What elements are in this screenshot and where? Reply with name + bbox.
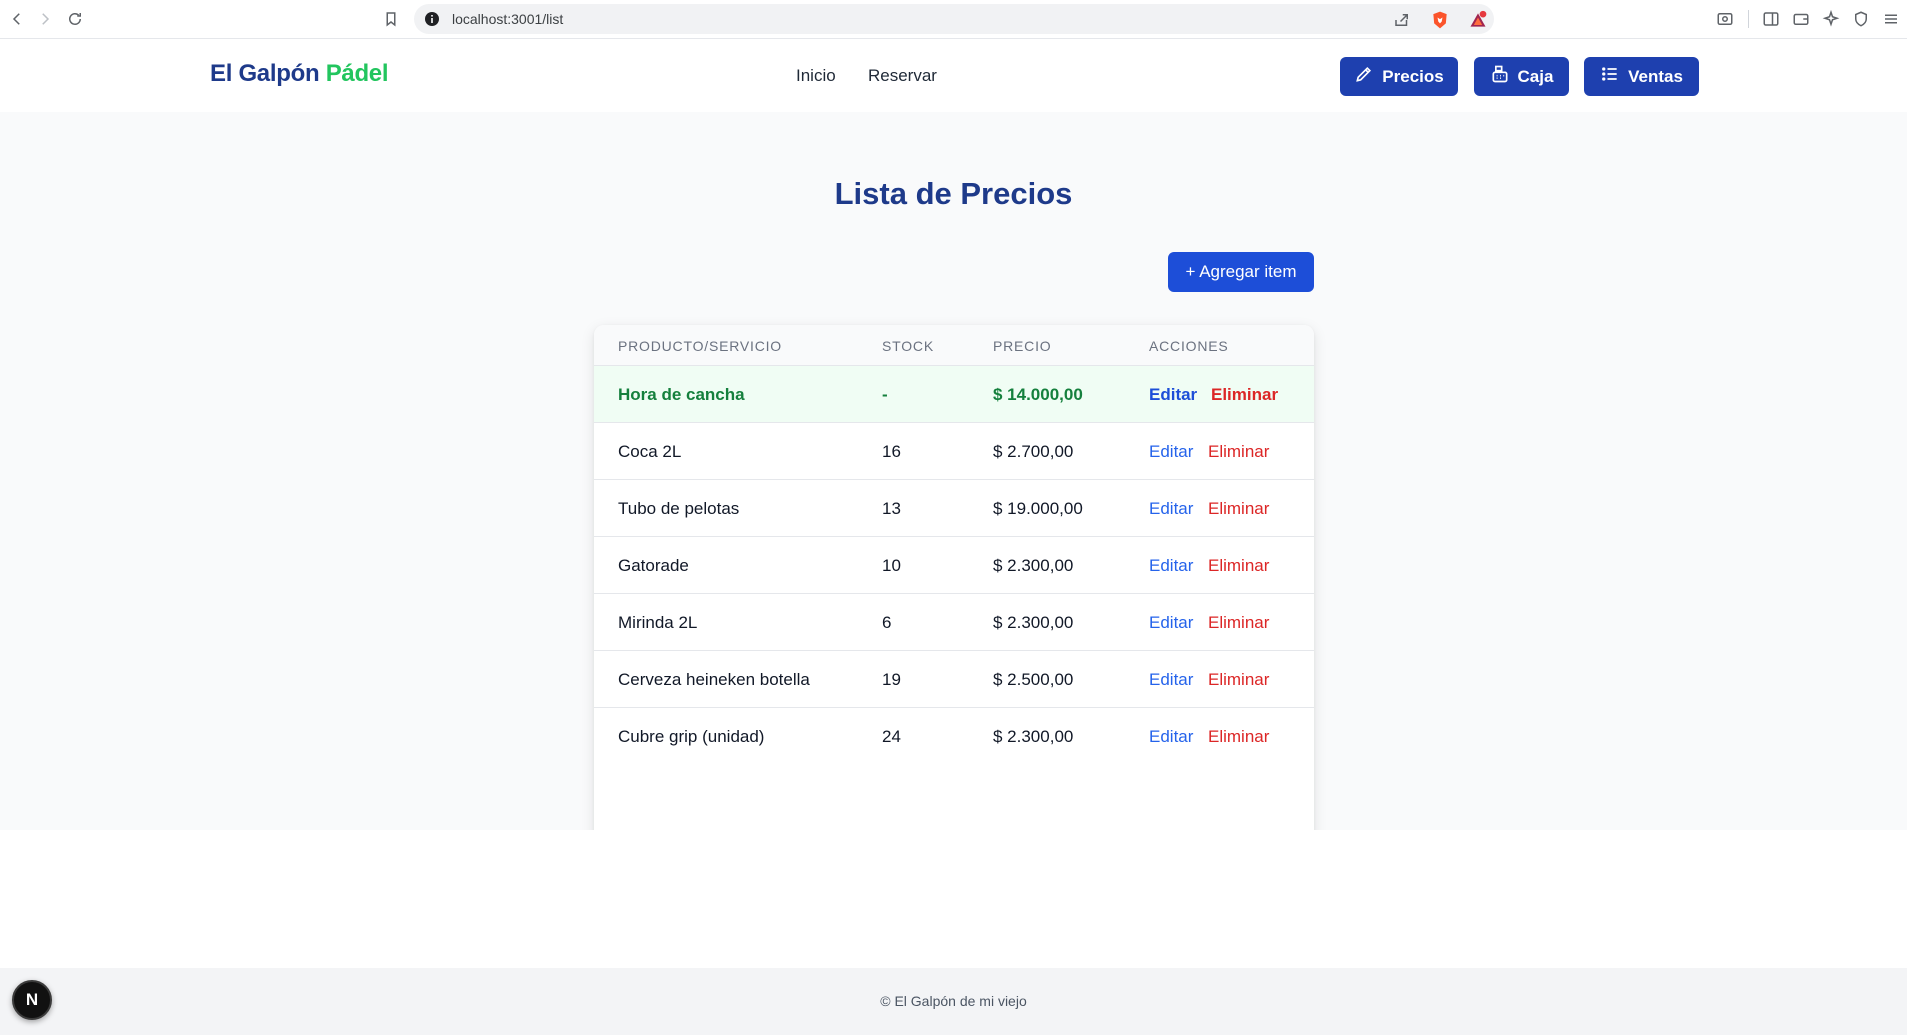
wallet-icon[interactable] [1790, 8, 1812, 30]
column-header-producto: PRODUCTO/SERVICIO [618, 338, 782, 354]
ventas-button[interactable]: Ventas [1584, 57, 1699, 96]
bookmark-icon[interactable] [380, 8, 402, 30]
stock-value: 16 [882, 442, 901, 461]
stock-value: 19 [882, 670, 901, 689]
table-row: Tubo de pelotas 13 $ 19.000,00 Editar El… [594, 480, 1314, 537]
browser-toolbar: localhost:3001/list [0, 0, 1907, 39]
price-value: $ 2.300,00 [993, 613, 1074, 632]
delete-link[interactable]: Eliminar [1208, 556, 1269, 576]
table-header: PRODUCTO/SERVICIO STOCK PRECIO ACCIONES [594, 325, 1314, 366]
price-value: $ 2.500,00 [993, 670, 1074, 689]
product-name: Coca 2L [618, 442, 682, 461]
footer: © El Galpón de mi viejo [0, 968, 1907, 1035]
toolbar-divider [1748, 10, 1749, 28]
sidebar-icon[interactable] [1760, 8, 1782, 30]
delete-link[interactable]: Eliminar [1211, 385, 1278, 405]
column-header-precio: PRECIO [993, 338, 1052, 354]
pen-icon [1354, 64, 1374, 89]
main-content: Lista de Precios + Agregar item PRODUCTO… [0, 112, 1907, 879]
share-icon[interactable] [1392, 10, 1412, 30]
leo-ai-icon[interactable] [1820, 8, 1842, 30]
footer-copyright: © El Galpón de mi viejo [880, 993, 1027, 1009]
ventas-button-label: Ventas [1628, 66, 1683, 86]
delete-link[interactable]: Eliminar [1208, 613, 1269, 633]
brave-rewards-icon[interactable] [1468, 10, 1488, 30]
caja-button-label: Caja [1517, 66, 1554, 86]
logo-text-primary: El Galpón [210, 60, 320, 87]
table-row: Gatorade 10 $ 2.300,00 Editar Eliminar [594, 537, 1314, 594]
column-header-stock: STOCK [882, 338, 934, 354]
edit-link[interactable]: Editar [1149, 442, 1193, 462]
delete-link[interactable]: Eliminar [1208, 442, 1269, 462]
url-text: localhost:3001/list [452, 11, 564, 27]
screenshot-icon[interactable] [1714, 8, 1736, 30]
price-value: $ 2.300,00 [993, 556, 1074, 575]
page-spacer [0, 830, 1907, 968]
stock-value: 6 [882, 613, 892, 632]
reload-icon[interactable] [64, 8, 86, 30]
stock-value: 10 [882, 556, 901, 575]
edit-link[interactable]: Editar [1149, 385, 1197, 405]
brave-shield-icon[interactable] [1430, 10, 1450, 30]
edit-link[interactable]: Editar [1149, 499, 1193, 519]
price-value: $ 2.700,00 [993, 442, 1074, 461]
nav-inicio-link[interactable]: Inicio [796, 66, 836, 86]
edit-link[interactable]: Editar [1149, 613, 1193, 633]
product-name: Hora de cancha [618, 385, 745, 404]
page-title: Lista de Precios [834, 176, 1073, 211]
nav-reservar-link[interactable]: Reservar [868, 66, 937, 86]
forward-icon[interactable] [34, 8, 56, 30]
menu-icon[interactable] [1880, 8, 1902, 30]
add-item-button[interactable]: + Agregar item [1168, 252, 1314, 292]
table-row: Cerveza heineken botella 19 $ 2.500,00 E… [594, 651, 1314, 708]
edit-link[interactable]: Editar [1149, 670, 1193, 690]
table-row: Hora de cancha - $ 14.000,00 Editar Elim… [594, 366, 1314, 423]
vpn-shield-icon[interactable] [1850, 8, 1872, 30]
table-row: Coca 2L 16 $ 2.700,00 Editar Eliminar [594, 423, 1314, 480]
price-value: $ 19.000,00 [993, 499, 1083, 518]
delete-link[interactable]: Eliminar [1208, 670, 1269, 690]
back-icon[interactable] [6, 8, 28, 30]
price-table: PRODUCTO/SERVICIO STOCK PRECIO ACCIONES … [594, 325, 1314, 879]
precios-button-label: Precios [1382, 66, 1444, 86]
stock-value: 24 [882, 727, 901, 746]
edit-link[interactable]: Editar [1149, 556, 1193, 576]
cash-register-icon [1490, 64, 1510, 89]
product-name: Tubo de pelotas [618, 499, 740, 518]
site-info-icon[interactable] [424, 11, 440, 27]
nextjs-dev-indicator[interactable]: N [12, 980, 52, 1020]
product-name: Cerveza heineken botella [618, 670, 810, 689]
table-row: Cubre grip (unidad) 24 $ 2.300,00 Editar… [594, 708, 1314, 765]
delete-link[interactable]: Eliminar [1208, 727, 1269, 747]
app-header: El Galpón Pádel Inicio Reservar Precios … [0, 40, 1907, 112]
address-bar[interactable]: localhost:3001/list [414, 4, 1494, 34]
product-name: Gatorade [618, 556, 689, 575]
column-header-acciones: ACCIONES [1149, 338, 1229, 354]
caja-button[interactable]: Caja [1474, 57, 1569, 96]
edit-link[interactable]: Editar [1149, 727, 1193, 747]
delete-link[interactable]: Eliminar [1208, 499, 1269, 519]
stock-value: 13 [882, 499, 901, 518]
precios-button[interactable]: Precios [1340, 57, 1458, 96]
table-row: Mirinda 2L 6 $ 2.300,00 Editar Eliminar [594, 594, 1314, 651]
product-name: Mirinda 2L [618, 613, 698, 632]
price-value: $ 2.300,00 [993, 727, 1074, 746]
stock-value: - [882, 385, 888, 404]
logo-text-accent: Pádel [325, 60, 389, 87]
site-logo[interactable]: El Galpón Pádel [210, 60, 389, 88]
product-name: Cubre grip (unidad) [618, 727, 765, 746]
price-value: $ 14.000,00 [993, 385, 1083, 404]
list-icon [1600, 64, 1620, 89]
